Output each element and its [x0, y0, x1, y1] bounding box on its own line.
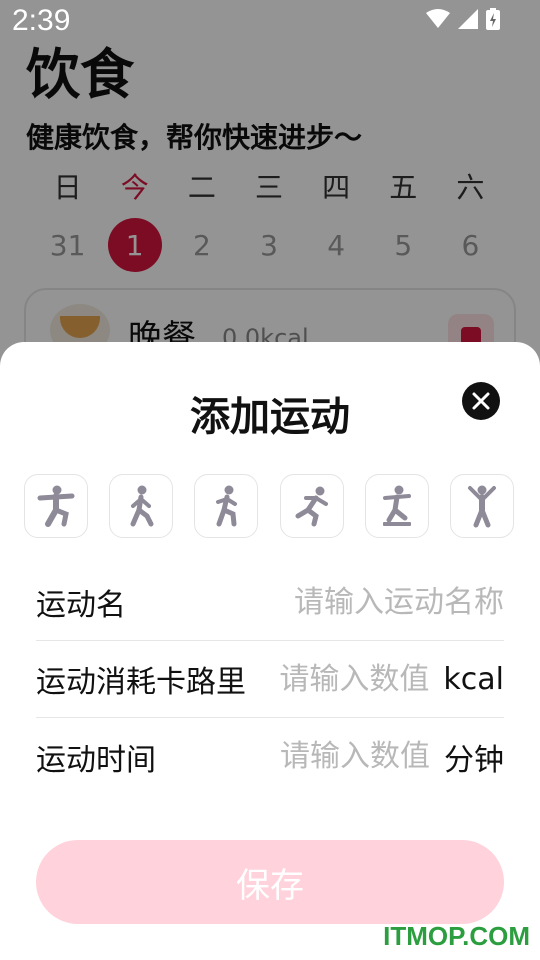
signal-icon: [458, 9, 478, 29]
form-row-name: 运动名: [36, 564, 504, 641]
exercise-tile-stretch[interactable]: [24, 474, 88, 538]
form-row-duration: 运动时间 分钟: [36, 718, 504, 795]
calories-unit: kcal: [443, 661, 504, 697]
duration-label: 运动时间: [36, 742, 156, 778]
exercise-tile-jumping-jack[interactable]: [449, 474, 514, 538]
walking-icon: [130, 485, 154, 527]
watermark: ITMOP.COM: [383, 921, 530, 951]
status-time: 2:39: [12, 4, 71, 37]
exercise-name-label: 运动名: [36, 588, 126, 623]
form-row-calories: 运动消耗卡路里 kcal: [36, 641, 504, 718]
step-exercise-icon: [382, 485, 411, 526]
status-bar: 2:39: [0, 0, 540, 44]
duration-input[interactable]: [156, 739, 430, 774]
add-exercise-sheet: 添加运动 运动名 请输入运动名称 运动消耗卡路里 请输入数值 kcal 运动时间…: [0, 342, 540, 960]
close-icon: [472, 392, 490, 410]
wifi-icon: [426, 9, 450, 28]
stretch-exercise-icon: [37, 485, 75, 527]
status-icons: [426, 8, 500, 30]
calories-input[interactable]: [246, 661, 430, 697]
jumping-jack-icon: [467, 485, 496, 528]
battery-icon: [486, 8, 500, 30]
exercise-name-input[interactable]: [126, 584, 504, 620]
calories-label: 运动消耗卡路里: [36, 665, 246, 700]
exercise-form: 运动名 运动消耗卡路里 kcal 运动时间 分钟: [36, 564, 504, 795]
exercise-tile-jog[interactable]: [194, 474, 259, 538]
save-button[interactable]: 保存: [36, 840, 504, 924]
exercise-tile-run[interactable]: [279, 474, 344, 538]
exercise-tile-step[interactable]: [364, 474, 429, 538]
exercise-tile-walk[interactable]: [109, 474, 174, 538]
jogging-icon: [216, 485, 238, 527]
sheet-title: 添加运动: [190, 394, 350, 440]
duration-unit: 分钟: [444, 742, 504, 778]
exercise-type-row: [24, 474, 514, 538]
running-icon: [295, 486, 328, 527]
close-button[interactable]: [462, 382, 500, 420]
